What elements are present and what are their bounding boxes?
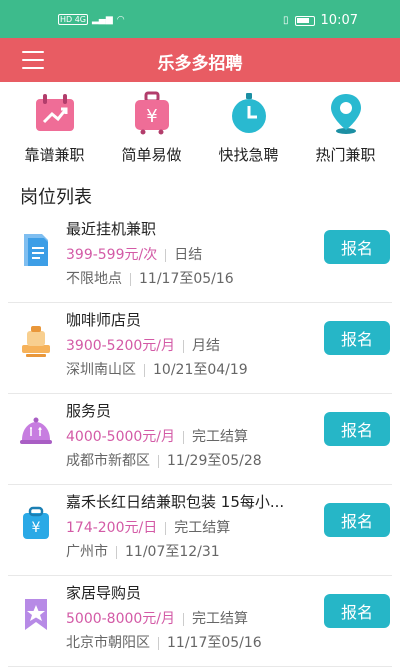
bottom-edge — [0, 655, 400, 661]
job-item[interactable]: 服务员 4000-5000元/月 完工结算 成都市新都区 11/29至05/28 报… — [8, 394, 392, 485]
job-location: 成都市新都区 — [66, 453, 150, 469]
divider — [158, 454, 159, 468]
job-pay-type: 完工结算 — [192, 429, 249, 445]
category-label: 热门兼职 — [315, 146, 376, 164]
job-list: 最近挂机兼职 399-599元/次 日结 不限地点 11/17至05/16 报名 咖… — [0, 212, 400, 667]
category-simple[interactable]: ¥ 简单易做 — [107, 88, 197, 168]
divider — [165, 521, 167, 535]
job-title: 咖啡师店员 — [66, 311, 142, 329]
job-dates: 11/29至05/28 — [167, 453, 262, 469]
job-meta-row: 不限地点 11/17至05/16 — [66, 268, 234, 288]
battery-icon — [294, 15, 315, 26]
job-salary: 399-599元/次 — [66, 247, 158, 263]
bag-yen-icon: ¥ — [23, 506, 49, 539]
job-item[interactable]: 最近挂机兼职 399-599元/次 日结 不限地点 11/17至05/16 报名 — [8, 212, 392, 303]
divider — [165, 248, 167, 262]
job-pay-type: 完工结算 — [192, 611, 249, 627]
job-title: 最近挂机兼职 — [66, 220, 157, 238]
job-title: 家居导购员 — [66, 584, 142, 602]
network-label: HD 4G — [58, 14, 89, 25]
apply-button[interactable]: 报名 — [324, 503, 390, 537]
job-location: 不限地点 — [66, 271, 122, 287]
stamp-icon — [22, 326, 50, 357]
app-title: 乐多多招聘 — [157, 54, 243, 74]
divider — [183, 612, 185, 626]
job-salary-row: 4000-5000元/月 完工结算 — [66, 426, 248, 446]
wifi-icon: ◠ — [116, 14, 125, 25]
apply-button[interactable]: 报名 — [324, 230, 390, 264]
job-dates: 11/17至05/16 — [139, 271, 234, 287]
divider — [183, 339, 185, 353]
job-item[interactable]: ¥ 嘉禾长红日结兼职包装 15每小... 174-200元/日 完工结算 广州市 1… — [8, 485, 392, 576]
status-right: ▯ 10:07 — [283, 13, 358, 28]
job-title: 嘉禾长红日结兼职包装 15每小... — [66, 493, 285, 511]
job-meta-row: 成都市新都区 11/29至05/28 — [66, 450, 262, 470]
job-salary-row: 3900-5200元/月 月结 — [66, 335, 220, 355]
job-location: 深圳南山区 — [66, 362, 136, 378]
category-hot[interactable]: 热门兼职 — [301, 88, 391, 168]
job-pay-type: 完工结算 — [174, 520, 231, 536]
job-salary: 3900-5200元/月 — [66, 338, 176, 354]
category-row: 靠谱兼职 ¥ 简单易做 快找急聘 热门兼职 — [0, 88, 400, 168]
job-meta-row: 广州市 11/07至12/31 — [66, 541, 220, 561]
category-urgent[interactable]: 快找急聘 — [204, 88, 294, 168]
suitcase-yen-icon: ¥ — [134, 91, 169, 135]
divider — [130, 272, 131, 286]
svg-text:¥: ¥ — [146, 106, 157, 127]
divider — [116, 545, 117, 559]
job-dates: 11/07至12/31 — [125, 544, 220, 560]
app-bar: 乐多多招聘 — [0, 38, 400, 82]
section-title: 岗位列表 — [20, 187, 92, 208]
job-item[interactable]: 家居导购员 5000-8000元/月 完工结算 北京市朝阳区 11/17至05/16… — [8, 576, 392, 667]
job-pay-type: 日结 — [174, 247, 203, 263]
signal-indicators: HD 4G ▂▄▆ ◠ — [58, 14, 125, 25]
category-reliable[interactable]: 靠谱兼职 — [10, 88, 100, 168]
divider — [158, 636, 159, 650]
job-salary: 174-200元/日 — [66, 520, 158, 536]
job-salary: 5000-8000元/月 — [66, 611, 176, 627]
job-salary: 4000-5000元/月 — [66, 429, 176, 445]
job-dates: 11/17至05/16 — [167, 635, 262, 651]
job-item[interactable]: 咖啡师店员 3900-5200元/月 月结 深圳南山区 10/21至04/19 报名 — [8, 303, 392, 394]
star-bookmark-icon — [25, 599, 47, 630]
job-title: 服务员 — [66, 402, 112, 420]
job-dates: 10/21至04/19 — [153, 362, 248, 378]
job-pay-type: 月结 — [192, 338, 221, 354]
apply-button[interactable]: 报名 — [324, 594, 390, 628]
apply-button[interactable]: 报名 — [324, 412, 390, 446]
status-bar: HD 4G ▂▄▆ ◠ ▯ 10:07 — [0, 0, 400, 38]
document-icon — [24, 234, 48, 266]
svg-text:¥: ¥ — [32, 520, 41, 536]
signal-icon: ▂▄▆ — [92, 14, 113, 25]
job-salary-row: 174-200元/日 完工结算 — [66, 517, 230, 537]
divider — [183, 430, 185, 444]
calendar-trend-icon — [35, 94, 74, 131]
cloche-icon — [20, 417, 52, 444]
location-pin-icon — [330, 94, 361, 134]
apply-button[interactable]: 报名 — [324, 321, 390, 355]
job-meta-row: 北京市朝阳区 11/17至05/16 — [66, 632, 262, 652]
job-meta-row: 深圳南山区 10/21至04/19 — [66, 359, 248, 379]
job-location: 北京市朝阳区 — [66, 635, 150, 651]
job-salary-row: 5000-8000元/月 完工结算 — [66, 608, 248, 628]
category-label: 简单易做 — [121, 146, 182, 164]
divider — [144, 363, 145, 377]
category-label: 靠谱兼职 — [24, 146, 85, 164]
clock-time: 10:07 — [320, 13, 358, 28]
job-location: 广州市 — [66, 544, 108, 560]
vibrate-icon: ▯ — [283, 15, 289, 26]
category-label: 快找急聘 — [218, 146, 279, 164]
clock-icon — [231, 93, 266, 133]
job-salary-row: 399-599元/次 日结 — [66, 244, 202, 264]
